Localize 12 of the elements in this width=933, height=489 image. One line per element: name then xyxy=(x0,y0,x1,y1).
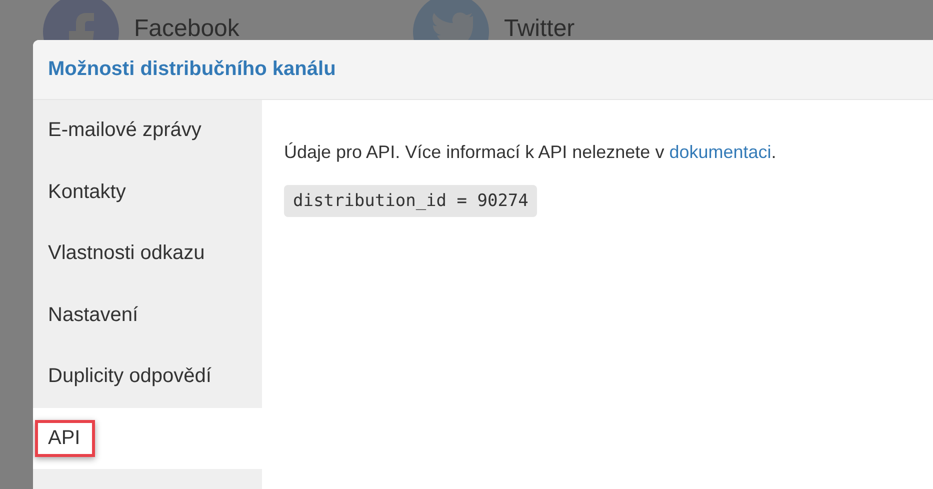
code-snippet: distribution_id = 90274 xyxy=(284,185,538,217)
item-label: Duplicity odpovědí xyxy=(48,364,212,390)
documentation-link[interactable]: dokumentaci xyxy=(669,142,772,162)
highlighted-label: API xyxy=(35,420,96,457)
dialog-title: Možnosti distribučního kanálu xyxy=(48,58,336,81)
facebook-icon xyxy=(43,0,119,40)
api-description: Údaje pro API. Více informací k API neleznete v dokumentaci. xyxy=(284,142,778,163)
sidebar-item[interactable]: API xyxy=(33,408,262,469)
item-label: Vlastnosti odkazu xyxy=(48,241,206,266)
item-label: Nastavení xyxy=(48,302,140,328)
item-label: Kontakty xyxy=(48,180,127,205)
item-label: E-mailové zprávy xyxy=(48,118,202,144)
